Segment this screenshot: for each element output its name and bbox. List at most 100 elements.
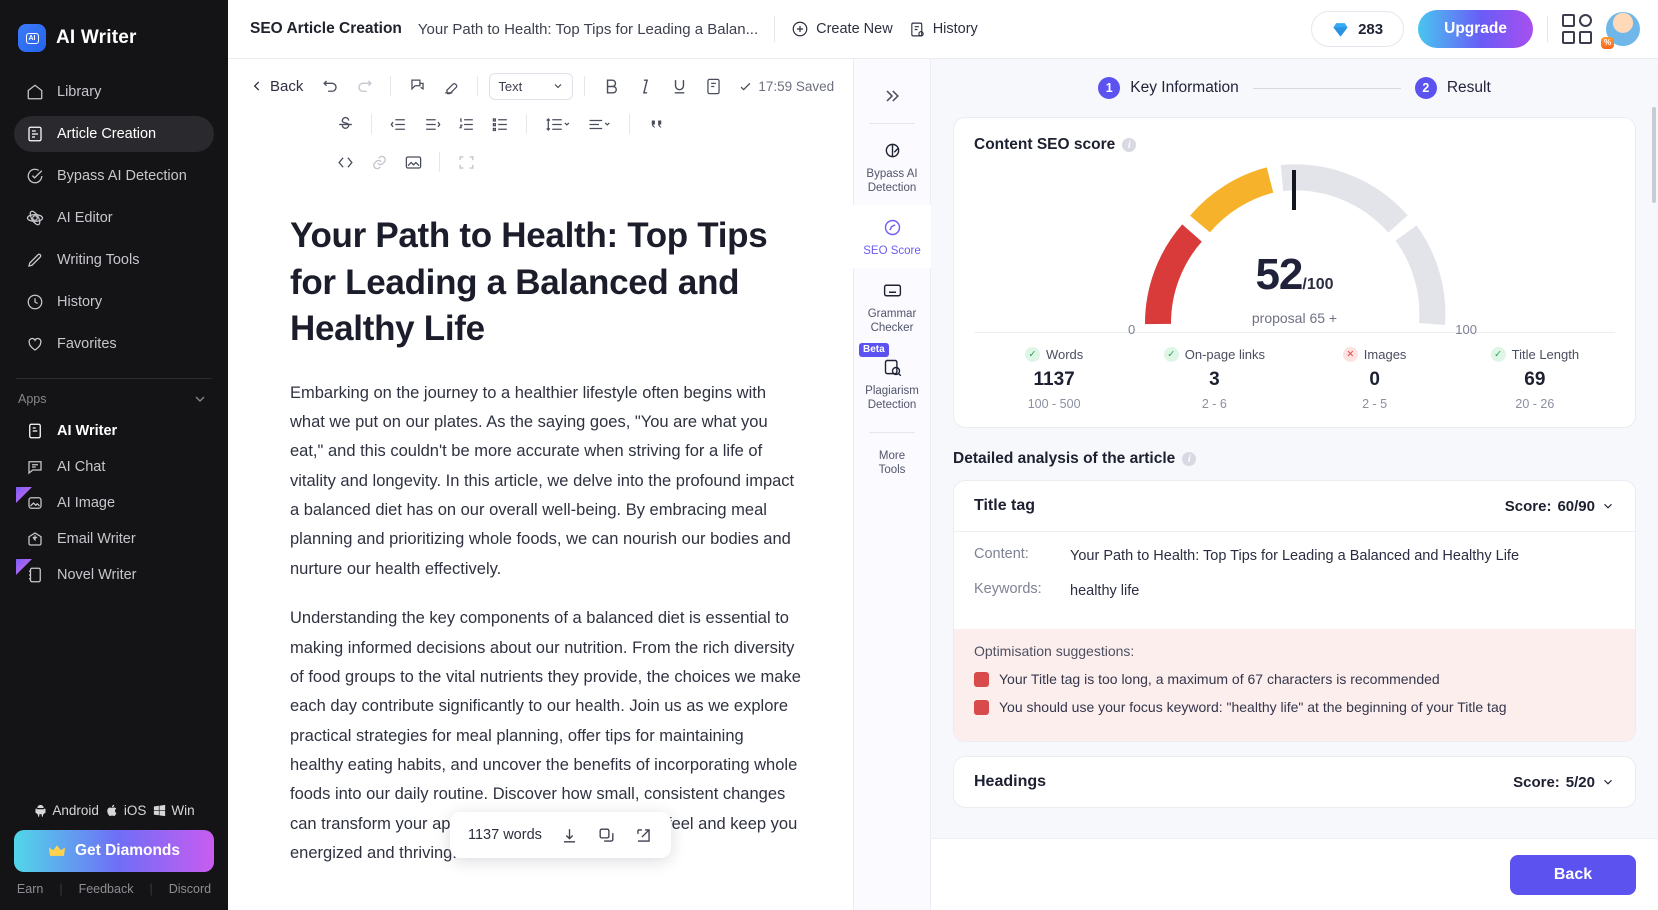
underline-button[interactable] (664, 71, 694, 101)
detailed-analysis-label: Detailed analysis of the article (953, 450, 1176, 467)
indent-icon (425, 118, 440, 130)
info-icon[interactable]: i (1122, 138, 1137, 152)
metric-header: ✓ Words (974, 347, 1134, 362)
align-button[interactable] (580, 109, 618, 139)
bullet-list-button[interactable] (485, 109, 515, 139)
app-item-novel-writer[interactable]: Novel Writer (14, 557, 214, 593)
template-button[interactable] (698, 71, 728, 101)
download-button[interactable] (560, 826, 579, 845)
line-height-button[interactable] (538, 109, 576, 139)
quote-button[interactable] (641, 109, 671, 139)
metric-range: 100 - 500 (1027, 397, 1081, 411)
crown-icon (48, 845, 66, 856)
get-diamonds-button[interactable]: Get Diamonds (14, 830, 214, 872)
footer-link-discord[interactable]: Discord (169, 882, 211, 896)
app-item-ai-image[interactable]: AI Image (14, 485, 214, 521)
title-tag-header[interactable]: Title tag Score: 60/90 (954, 481, 1635, 532)
beta-badge: Beta (859, 343, 889, 358)
italic-icon (642, 78, 648, 94)
insert-image-button[interactable] (398, 147, 428, 177)
avatar[interactable]: % (1601, 12, 1640, 49)
info-icon[interactable]: i (1182, 452, 1197, 466)
rail-item-grammar-checker[interactable]: Grammar Checker (853, 268, 931, 345)
check-icon: ✓ (1163, 347, 1179, 362)
sidebar-item-ai-editor[interactable]: AI Editor (14, 200, 214, 236)
copy-button[interactable] (597, 826, 616, 845)
metric-header: ✓ On-page links (1134, 347, 1294, 362)
comment-button[interactable] (402, 71, 432, 101)
headings-header[interactable]: Headings Score: 5/20 (954, 757, 1635, 807)
book-icon (29, 567, 41, 583)
redo-button[interactable] (349, 71, 379, 101)
platform-win[interactable]: Win (152, 803, 195, 818)
editor-toolbar: Back Text 17:59 Saved (228, 59, 853, 185)
apps-section-header[interactable]: Apps (0, 379, 228, 413)
seo-score-title: Content SEO score (974, 136, 1116, 153)
rail-item-more-tools[interactable]: More Tools (853, 437, 931, 487)
editor-back-button[interactable]: Back (250, 78, 311, 95)
strikethrough-button[interactable] (330, 109, 360, 139)
footer-link-feedback[interactable]: Feedback (79, 882, 134, 896)
divider (584, 76, 586, 96)
undo-button[interactable] (315, 71, 345, 101)
rail-item-label: More Tools (878, 450, 906, 477)
export-button[interactable] (634, 826, 653, 845)
panel-scroll-area[interactable]: Content SEO score i 52/100 proposal 65 +… (931, 103, 1658, 910)
italic-button[interactable] (630, 71, 660, 101)
app-item-ai-writer[interactable]: AI Writer (14, 413, 214, 449)
step-key-information[interactable]: 1 Key Information (1098, 77, 1239, 99)
step-result[interactable]: 2 Result (1414, 77, 1491, 99)
line-height-icon (546, 117, 570, 131)
sidebar-item-library[interactable]: Library (14, 74, 214, 110)
indent-increase-button[interactable] (417, 109, 447, 139)
upgrade-button[interactable]: Upgrade (1418, 10, 1533, 48)
sidebar-item-article-creation[interactable]: Article Creation (14, 116, 214, 152)
top-bar-right: 283 Upgrade % (1311, 10, 1640, 49)
panel-back-button[interactable]: Back (1510, 854, 1636, 895)
step-number: 1 (1098, 77, 1121, 99)
footer-link-earn[interactable]: Earn (17, 882, 43, 896)
external-link-icon (637, 828, 650, 842)
apps-grid-icon[interactable] (1562, 14, 1592, 44)
app-item-label: AI Image (57, 495, 116, 511)
indent-decrease-button[interactable] (383, 109, 413, 139)
text-style-select[interactable]: Text (489, 72, 574, 100)
step-label: Key Information (1130, 79, 1239, 96)
top-bar: SEO Article Creation Your Path to Health… (228, 0, 1658, 59)
panel-scrollbar[interactable] (1652, 107, 1656, 203)
platform-ios[interactable]: iOS (105, 803, 146, 818)
rail-item-seo-score[interactable]: SEO Score (853, 205, 931, 269)
app-item-email-writer[interactable]: Email Writer (14, 521, 214, 557)
platform-android[interactable]: Android (33, 803, 99, 818)
title-tag-heading: Title tag (974, 497, 1036, 514)
title-tag-card: Title tag Score: 60/90 Content: Your Pat… (953, 480, 1636, 743)
rail-item-plagiarism-detection[interactable]: Beta Plagiarism Detection (853, 343, 931, 422)
sidebar-item-history[interactable]: History (14, 284, 214, 320)
panel-footer: Back (931, 838, 1658, 910)
rail-item-bypass-ai-detection[interactable]: Bypass AI Detection (853, 128, 931, 205)
code-block-button[interactable] (330, 147, 360, 177)
history-button[interactable]: History (909, 21, 978, 38)
redo-icon (358, 79, 372, 92)
sidebar-item-favorites[interactable]: Favorites (14, 326, 214, 362)
chevron-down-icon (554, 84, 562, 89)
sidebar-item-bypass-ai-detection[interactable]: Bypass AI Detection (14, 158, 214, 194)
chat-icon (28, 461, 42, 475)
link-button[interactable] (364, 147, 394, 177)
metric-name: On-page links (1184, 347, 1265, 362)
document-content[interactable]: Your Path to Health: Top Tips for Leadin… (228, 185, 853, 910)
document-name[interactable]: Your Path to Health: Top Tips for Leadin… (418, 21, 758, 38)
clear-format-button[interactable] (436, 71, 466, 101)
create-new-button[interactable]: Create New (791, 20, 893, 38)
bold-button[interactable] (596, 71, 626, 101)
fullscreen-button[interactable] (451, 147, 481, 177)
expand-rail-button[interactable] (873, 79, 911, 113)
credits-button[interactable]: 283 (1311, 11, 1405, 47)
sidebar-item-writing-tools[interactable]: Writing Tools (14, 242, 214, 278)
ordered-list-button[interactable] (451, 109, 481, 139)
comment-icon (411, 79, 424, 90)
app-item-ai-chat[interactable]: AI Chat (14, 449, 214, 485)
metric-value: 3 (1209, 369, 1220, 390)
chevron-down-icon (1604, 780, 1612, 785)
